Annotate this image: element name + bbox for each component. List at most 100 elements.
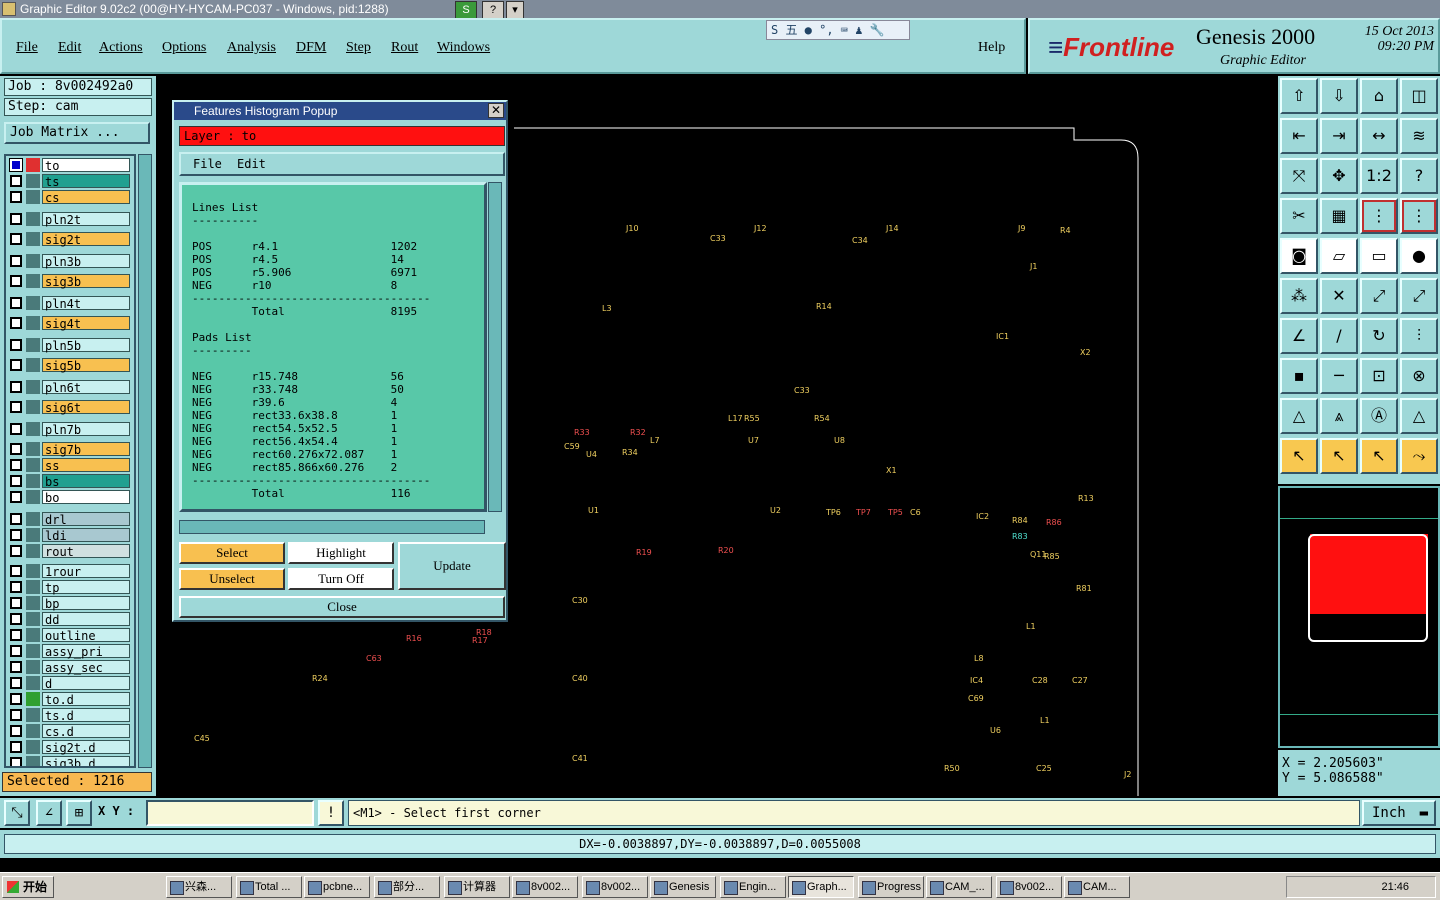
layer-name[interactable]: bp bbox=[42, 596, 130, 611]
layer-affected-flag[interactable] bbox=[26, 676, 40, 690]
layer-checkbox[interactable] bbox=[10, 513, 22, 525]
layer-row[interactable]: sig4t bbox=[8, 316, 132, 331]
layer-affected-flag[interactable] bbox=[26, 596, 40, 610]
layer-row[interactable]: assy_pri bbox=[8, 644, 132, 659]
layer-name[interactable]: pln6t bbox=[42, 380, 130, 395]
help-icon[interactable]: ? bbox=[482, 1, 504, 19]
layer-row[interactable]: d bbox=[8, 676, 132, 691]
tool-button-icon[interactable]: ⩓ bbox=[1320, 398, 1358, 434]
layer-name[interactable]: bo bbox=[42, 490, 130, 505]
layer-checkbox[interactable] bbox=[10, 661, 22, 673]
close-button[interactable]: Close bbox=[179, 596, 505, 618]
layer-affected-flag[interactable] bbox=[26, 528, 40, 542]
layer-affected-flag[interactable] bbox=[26, 232, 40, 246]
taskbar-item[interactable]: 8v002... bbox=[996, 876, 1062, 898]
layer-checkbox[interactable] bbox=[10, 581, 22, 593]
layer-affected-flag[interactable] bbox=[26, 316, 40, 330]
taskbar-item[interactable]: 8v002... bbox=[582, 876, 648, 898]
layer-affected-flag[interactable] bbox=[26, 254, 40, 268]
layer-name[interactable]: tp bbox=[42, 580, 130, 595]
layer-affected-flag[interactable] bbox=[26, 708, 40, 722]
layer-row[interactable]: pln5b bbox=[8, 338, 132, 353]
layer-name[interactable]: ldi bbox=[42, 528, 130, 543]
layer-affected-flag[interactable] bbox=[26, 380, 40, 394]
layer-affected-flag[interactable] bbox=[26, 358, 40, 372]
layer-checkbox[interactable] bbox=[10, 381, 22, 393]
menu-options[interactable]: Options bbox=[162, 40, 206, 56]
layer-checkbox[interactable] bbox=[10, 297, 22, 309]
layer-row[interactable]: drl bbox=[8, 512, 132, 527]
layer-name[interactable]: d bbox=[42, 676, 130, 691]
layer-name[interactable]: sig2t.d bbox=[42, 740, 130, 755]
layer-checkbox[interactable] bbox=[10, 565, 22, 577]
tool-button-icon[interactable]: △ bbox=[1400, 398, 1438, 434]
layer-row[interactable]: sig5b bbox=[8, 358, 132, 373]
tool-button-icon[interactable]: ◙ bbox=[1280, 238, 1318, 274]
layer-checkbox[interactable] bbox=[10, 213, 22, 225]
layer-name[interactable]: bs bbox=[42, 474, 130, 489]
layer-affected-flag[interactable] bbox=[26, 512, 40, 526]
tool-button-icon[interactable]: ⇤ bbox=[1280, 118, 1318, 154]
layer-checkbox[interactable] bbox=[10, 359, 22, 371]
layer-checkbox[interactable] bbox=[10, 597, 22, 609]
popup-menu-edit[interactable]: Edit bbox=[237, 154, 266, 174]
tool-button-icon[interactable]: ⊡ bbox=[1360, 358, 1398, 394]
tool-button-icon[interactable]: ⁂ bbox=[1280, 278, 1318, 314]
layer-checkbox[interactable] bbox=[9, 158, 23, 172]
taskbar-item[interactable]: Genesis bbox=[650, 876, 716, 898]
layer-checkbox[interactable] bbox=[10, 339, 22, 351]
layer-row[interactable]: bs bbox=[8, 474, 132, 489]
layer-checkbox[interactable] bbox=[10, 529, 22, 541]
layer-scrollbar[interactable] bbox=[138, 154, 152, 768]
layer-affected-flag[interactable] bbox=[26, 174, 40, 188]
layer-row[interactable]: pln6t bbox=[8, 380, 132, 395]
tool-button-icon[interactable]: ↖ bbox=[1360, 438, 1398, 474]
layer-affected-flag[interactable] bbox=[26, 628, 40, 642]
layer-name[interactable]: pln5b bbox=[42, 338, 130, 353]
layer-name[interactable]: rout bbox=[42, 544, 130, 559]
layer-name[interactable]: sig6t bbox=[42, 400, 130, 415]
ime-toolbar[interactable]: S 五 ● °, ⌨ ♟ 🔧 bbox=[766, 20, 910, 40]
layer-affected-flag[interactable] bbox=[26, 564, 40, 578]
layer-checkbox[interactable] bbox=[10, 725, 22, 737]
taskbar-item[interactable]: 兴森... bbox=[166, 876, 232, 898]
layer-row[interactable]: bp bbox=[8, 596, 132, 611]
layer-row[interactable]: sig2t.d bbox=[8, 740, 132, 755]
tool-button-icon[interactable]: ◫ bbox=[1400, 78, 1438, 114]
layer-name[interactable]: sig5b bbox=[42, 358, 130, 373]
layer-row[interactable]: 1rour bbox=[8, 564, 132, 579]
layer-affected-flag[interactable] bbox=[26, 442, 40, 456]
taskbar-item[interactable]: Graph... bbox=[788, 876, 854, 898]
layer-affected-flag[interactable] bbox=[26, 692, 40, 706]
tool-button-icon[interactable]: ✕ bbox=[1320, 278, 1358, 314]
layer-affected-flag[interactable] bbox=[26, 544, 40, 558]
layer-row[interactable]: sig3b.d bbox=[8, 756, 132, 766]
layer-checkbox[interactable] bbox=[10, 491, 22, 503]
layer-checkbox[interactable] bbox=[10, 475, 22, 487]
menu-windows[interactable]: Windows bbox=[437, 40, 490, 56]
tool-button-icon[interactable]: / bbox=[1320, 318, 1358, 354]
layer-name[interactable]: assy_sec bbox=[42, 660, 130, 675]
layer-row[interactable]: tp bbox=[8, 580, 132, 595]
layer-row[interactable]: rout bbox=[8, 544, 132, 559]
menu-file[interactable]: File bbox=[16, 40, 38, 56]
tool-button-icon[interactable]: ⤳ bbox=[1400, 438, 1438, 474]
layer-row[interactable]: ss bbox=[8, 458, 132, 473]
close-icon[interactable]: ✕ bbox=[488, 103, 504, 118]
layer-checkbox[interactable] bbox=[10, 317, 22, 329]
highlight-button[interactable]: Highlight bbox=[288, 542, 394, 564]
layer-affected-flag[interactable] bbox=[26, 190, 40, 204]
layer-checkbox[interactable] bbox=[10, 275, 22, 287]
tool-button-icon[interactable]: ∠ bbox=[1280, 318, 1318, 354]
tool-button-icon[interactable]: ⊗ bbox=[1400, 358, 1438, 394]
taskbar-item[interactable]: 计算器 bbox=[444, 876, 510, 898]
layer-row[interactable]: bo bbox=[8, 490, 132, 505]
tool-button-icon[interactable]: ⤧ bbox=[1280, 158, 1318, 194]
layer-name[interactable]: pln4t bbox=[42, 296, 130, 311]
layer-row[interactable]: sig7b bbox=[8, 442, 132, 457]
layer-row[interactable]: pln3b bbox=[8, 254, 132, 269]
layer-affected-flag[interactable] bbox=[26, 724, 40, 738]
layer-checkbox[interactable] bbox=[10, 459, 22, 471]
layer-name[interactable]: 1rour bbox=[42, 564, 130, 579]
info-icon[interactable]: ! bbox=[318, 800, 344, 826]
